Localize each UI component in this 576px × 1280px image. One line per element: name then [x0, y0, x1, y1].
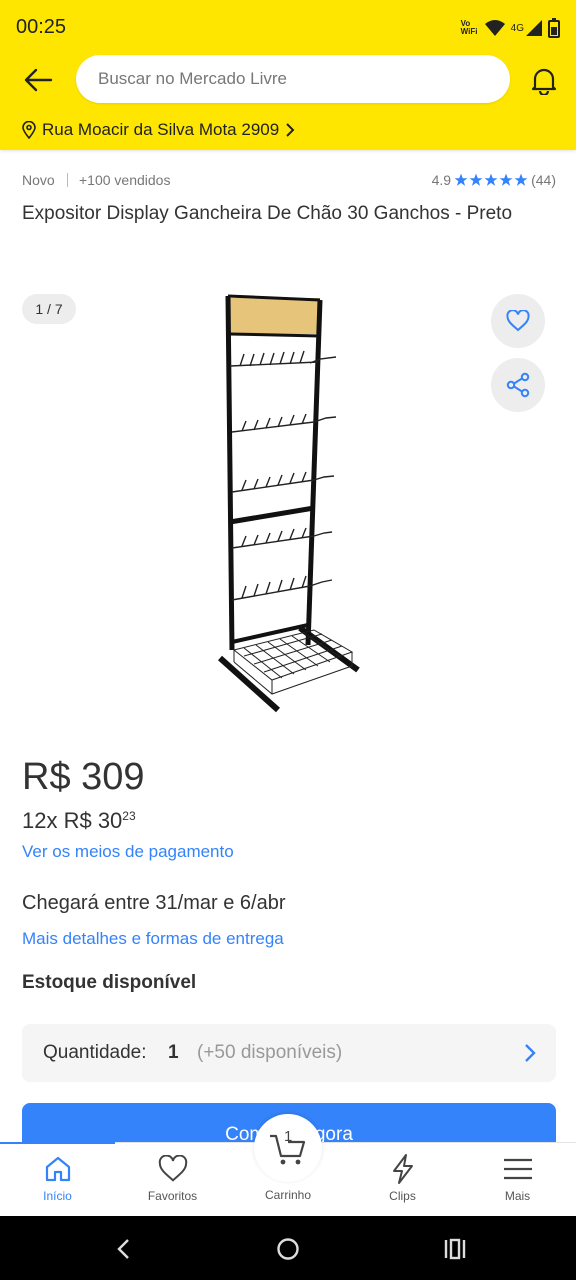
- active-tab-indicator: [0, 1142, 115, 1144]
- back-button[interactable]: [18, 62, 58, 98]
- search-box[interactable]: [76, 55, 510, 103]
- tab-label: Clips: [389, 1189, 416, 1203]
- search-input[interactable]: [98, 67, 488, 91]
- tab-label: Carrinho: [264, 1188, 312, 1202]
- star-rating: [454, 173, 528, 187]
- heart-icon: [506, 310, 530, 332]
- heart-icon: [158, 1155, 187, 1182]
- tab-label: Início: [43, 1189, 72, 1203]
- lightning-icon: [392, 1154, 413, 1184]
- quantity-value: 1: [168, 1042, 179, 1063]
- tab-clips[interactable]: Clips: [345, 1143, 460, 1217]
- menu-icon: [503, 1158, 532, 1180]
- rating[interactable]: 4.9 (44): [432, 172, 556, 188]
- product-image[interactable]: [210, 290, 366, 718]
- star-icon: [514, 173, 528, 186]
- image-counter: 1 / 7: [22, 294, 76, 324]
- sold-count: +100 vendidos: [79, 172, 171, 188]
- star-icon: [499, 173, 513, 186]
- delivery-estimate: Chegará entre 31/mar e 6/abr: [22, 892, 286, 914]
- quantity-available: (+50 disponíveis): [197, 1042, 343, 1063]
- star-icon: [454, 173, 468, 186]
- product-meta: Novo +100 vendidos 4.9 (44): [22, 170, 556, 192]
- star-icon: [484, 173, 498, 186]
- home-icon: [45, 1156, 70, 1182]
- price: R$ 309: [22, 756, 145, 798]
- share-icon: [506, 372, 530, 398]
- status-icons: Vo WiFi 4G: [461, 16, 560, 40]
- vowifi-icon: Vo WiFi: [460, 19, 478, 36]
- system-navigation-bar: [0, 1216, 576, 1280]
- signal-icon: [526, 20, 542, 36]
- product-title: Expositor Display Gancheira De Chão 30 G…: [22, 203, 513, 224]
- star-icon: [469, 173, 483, 186]
- location-selector[interactable]: Rua Moacir da Silva Mota 2909: [22, 118, 295, 142]
- wifi-icon: [484, 20, 505, 36]
- network-type: 4G: [510, 22, 524, 34]
- installments-amount: 12x R$ 30: [22, 808, 123, 833]
- condition-label: Novo: [22, 172, 55, 188]
- status-bar: 00:25 Vo WiFi 4G: [0, 0, 576, 56]
- app-header: 00:25 Vo WiFi 4G Rua Moacir da Silva Mot…: [0, 0, 576, 150]
- circle-home-icon: [277, 1238, 299, 1260]
- bell-icon: [531, 68, 557, 95]
- chevron-right-icon: [525, 1044, 536, 1062]
- quantity-label: Quantidade:: [43, 1042, 147, 1063]
- review-count: (44): [531, 172, 556, 188]
- tab-inicio[interactable]: Início: [0, 1142, 115, 1217]
- battery-icon: [548, 18, 560, 38]
- recents-icon: [444, 1238, 466, 1260]
- tab-favoritos[interactable]: Favoritos: [115, 1143, 230, 1217]
- tab-label: Favoritos: [147, 1189, 198, 1203]
- chevron-right-icon: [286, 123, 295, 137]
- share-button[interactable]: [491, 358, 545, 412]
- status-time: 00:25: [16, 16, 67, 38]
- cart-badge: 1: [284, 1128, 293, 1145]
- arrow-left-icon: [24, 68, 53, 92]
- system-recents-button[interactable]: [440, 1234, 470, 1264]
- stock-status: Estoque disponível: [22, 972, 197, 993]
- tab-mais[interactable]: Mais: [460, 1143, 575, 1217]
- rating-value: 4.9: [431, 172, 452, 188]
- delivery-details-link[interactable]: Mais detalhes e formas de entrega: [22, 929, 284, 949]
- installments-cents: 23: [122, 809, 136, 823]
- triangle-back-icon: [117, 1239, 129, 1259]
- payment-methods-link[interactable]: Ver os meios de pagamento: [22, 842, 234, 862]
- notifications-button[interactable]: [524, 62, 564, 98]
- divider: [67, 173, 68, 187]
- favorite-button[interactable]: [491, 294, 545, 348]
- system-back-button[interactable]: [108, 1234, 138, 1264]
- system-home-button[interactable]: [273, 1234, 303, 1264]
- location-pin-icon: [22, 121, 36, 139]
- tab-label: Mais: [504, 1189, 531, 1203]
- installments: 12x R$ 3023: [22, 808, 136, 834]
- quantity-selector[interactable]: Quantidade: 1 (+50 disponíveis): [22, 1024, 556, 1082]
- address-text: Rua Moacir da Silva Mota 2909: [42, 120, 280, 139]
- tab-carrinho[interactable]: 1: [254, 1114, 322, 1182]
